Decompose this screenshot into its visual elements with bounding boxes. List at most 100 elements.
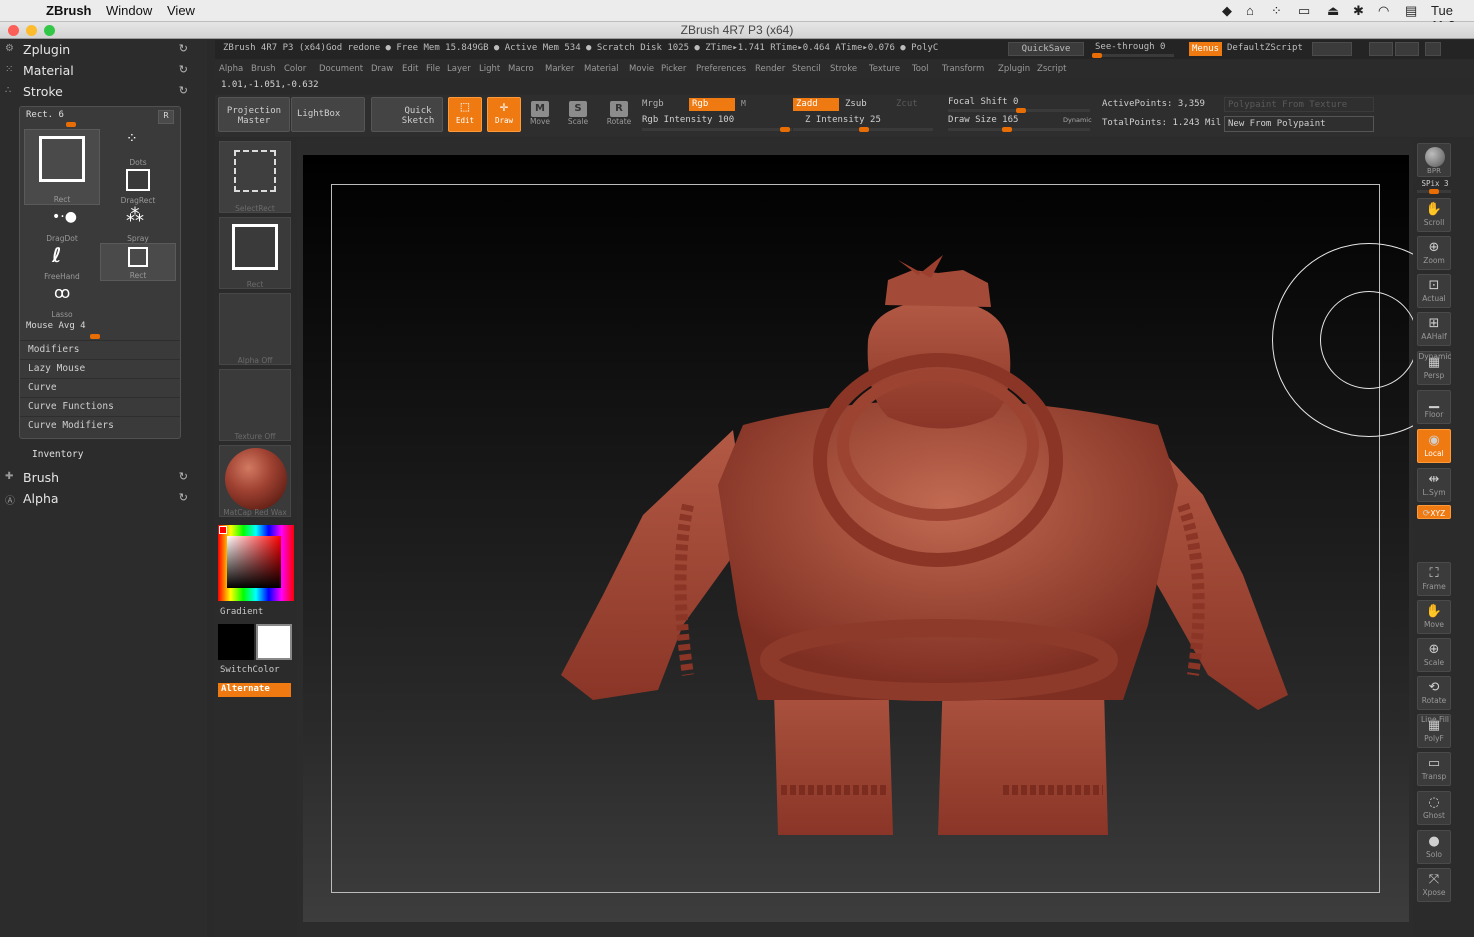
color-picker[interactable] (218, 525, 294, 601)
palette-stroke[interactable]: ∴ Stroke ↻ (0, 82, 200, 102)
scale-button[interactable]: ⊕ Scale (1417, 638, 1451, 672)
stroke-lasso[interactable]: ꝏ Lasso (24, 281, 100, 319)
menu-light[interactable]: Light (479, 64, 500, 74)
stroke-dots[interactable]: ⁘ Dots (100, 129, 176, 167)
color-square[interactable] (227, 536, 281, 588)
menu-preferences[interactable]: Preferences (696, 64, 746, 74)
solo-button[interactable]: ● Solo (1417, 830, 1451, 864)
draw-size-slider[interactable] (948, 127, 1090, 132)
l-sym-button[interactable]: ⇹ L.Sym (1417, 468, 1451, 502)
palette-brush[interactable]: ✚ Brush ↻ (0, 468, 200, 488)
polypaint-from-texture-button[interactable]: Polypaint From Texture (1224, 97, 1374, 112)
new-from-polypaint-button[interactable]: New From Polypaint (1224, 116, 1374, 132)
subpalette-curve[interactable]: Curve (20, 378, 180, 397)
menu-file[interactable]: File (426, 64, 440, 74)
floor-button[interactable]: ▁ Floor (1417, 390, 1451, 424)
stroke-dragrect[interactable]: DragRect (100, 167, 176, 205)
eject-icon[interactable]: ⏏ (1327, 3, 1339, 19)
menu-color[interactable]: Color (284, 64, 306, 74)
frame-button[interactable]: ⛶ Frame (1417, 562, 1451, 596)
focal-shift-slider[interactable] (948, 108, 1090, 113)
alpha-thumb[interactable]: Alpha Off (219, 293, 291, 365)
projection-master-button[interactable]: Projection Master (218, 97, 290, 132)
menu-zscript[interactable]: Zscript (1037, 64, 1067, 74)
rgb-intensity-slider[interactable] (642, 127, 792, 132)
canvas[interactable] (303, 155, 1409, 922)
move-button[interactable]: ✋ Move (1417, 600, 1451, 634)
switchcolor-button[interactable]: SwitchColor (220, 665, 280, 675)
gradient-label[interactable]: Gradient (220, 607, 263, 617)
stroke-dragdot[interactable]: •·● DragDot (24, 205, 100, 243)
subpalette-curve-modifiers[interactable]: Curve Modifiers (20, 416, 180, 435)
menu-movie[interactable]: Movie (629, 64, 654, 74)
app-menu[interactable]: ZBrush (46, 3, 92, 18)
airplay-icon[interactable]: ▭ (1298, 3, 1310, 19)
wifi-icon[interactable]: ◠ (1378, 3, 1389, 19)
mouse-avg-slider[interactable] (26, 334, 174, 339)
aahalf-button[interactable]: ⊞ AAHalf (1417, 312, 1451, 346)
menu-view[interactable]: View (167, 3, 195, 18)
bluetooth-icon[interactable]: ✱ (1353, 3, 1364, 19)
minimize-window-button[interactable] (26, 25, 37, 36)
width-slider-icon[interactable] (1312, 42, 1352, 56)
spix-slider[interactable] (1417, 189, 1451, 194)
menu-document[interactable]: Document (319, 64, 363, 74)
zadd-button[interactable]: Zadd (793, 98, 839, 111)
menu-stencil[interactable]: Stencil (792, 64, 821, 74)
transp-button[interactable]: ▭ Transp (1417, 752, 1451, 786)
menu-render[interactable]: Render (755, 64, 785, 74)
menu-draw[interactable]: Draw (371, 64, 393, 74)
apps-icon[interactable]: ⁘ (1271, 3, 1282, 19)
layout-icon[interactable] (1369, 42, 1393, 56)
texture-thumb[interactable]: Texture Off (219, 369, 291, 441)
cycle-icon[interactable]: ↻ (179, 42, 188, 55)
scroll-button[interactable]: ✋ Scroll (1417, 198, 1451, 232)
menu-marker[interactable]: Marker (545, 64, 574, 74)
subpalette-lazy-mouse[interactable]: Lazy Mouse (20, 359, 180, 378)
alternate-button[interactable]: Alternate (218, 683, 291, 697)
menu-brush[interactable]: Brush (251, 64, 276, 74)
menus-toggle[interactable]: Menus (1189, 42, 1223, 56)
home-icon[interactable]: ⌂ (1246, 3, 1254, 18)
restore-button[interactable]: R (158, 110, 174, 124)
menu-picker[interactable]: Picker (661, 64, 686, 74)
stroke-rect-large[interactable]: Rect (24, 129, 100, 205)
material-thumb[interactable]: MatCap Red Wax (219, 445, 291, 517)
xpose-button[interactable]: ⤧ Xpose (1417, 868, 1451, 902)
menu-edit[interactable]: Edit (402, 64, 418, 74)
menu-alpha[interactable]: Alpha (219, 64, 243, 74)
menu-texture[interactable]: Texture (869, 64, 900, 74)
secondary-color-swatch[interactable] (218, 624, 254, 660)
rotate-tool-button[interactable]: R Rotate (602, 99, 636, 133)
mrgb-button[interactable]: Mrgb (642, 99, 664, 109)
dynamic-toggle[interactable]: Dynamic (1063, 116, 1092, 124)
dropbox-icon[interactable]: ◆ (1222, 3, 1232, 19)
default-zscript-button[interactable]: DefaultZScript (1227, 43, 1303, 53)
ghost-button[interactable]: ◌ Ghost (1417, 791, 1451, 825)
zoom-button[interactable]: ⊕ Zoom (1417, 236, 1451, 270)
palette-alpha[interactable]: Ⓐ Alpha ↻ (0, 489, 200, 509)
cycle-icon[interactable]: ↻ (179, 470, 188, 483)
xyz-button[interactable]: ⟳XYZ (1417, 505, 1451, 519)
cycle-icon[interactable]: ↻ (179, 84, 188, 97)
cycle-icon[interactable]: ↻ (179, 491, 188, 504)
menu-tool[interactable]: Tool (912, 64, 929, 74)
keyboard-icon[interactable]: ▤ (1405, 3, 1417, 19)
actual-button[interactable]: ⊡ Actual (1417, 274, 1451, 308)
zsub-button[interactable]: Zsub (845, 99, 867, 109)
stroke-freehand[interactable]: ℓ FreeHand (24, 243, 100, 281)
selectrect-thumb[interactable]: SelectRect (219, 141, 291, 213)
rotate-button[interactable]: ⟲ Rotate (1417, 676, 1451, 710)
m-button[interactable]: M (741, 99, 746, 108)
menu-stroke[interactable]: Stroke (830, 64, 857, 74)
close-window-button[interactable] (8, 25, 19, 36)
zoom-window-button[interactable] (44, 25, 55, 36)
seethrough-track[interactable] (1092, 53, 1174, 58)
z-intensity-slider[interactable] (793, 127, 933, 132)
menu-macro[interactable]: Macro (508, 64, 534, 74)
quick-sketch-button[interactable]: Quick Sketch (371, 97, 443, 132)
primary-color-swatch[interactable] (256, 624, 292, 660)
sculpt-model[interactable] (303, 155, 1409, 922)
palette-material[interactable]: ⁙ Material ↻ (0, 61, 200, 81)
lock-icon[interactable] (1425, 42, 1441, 56)
